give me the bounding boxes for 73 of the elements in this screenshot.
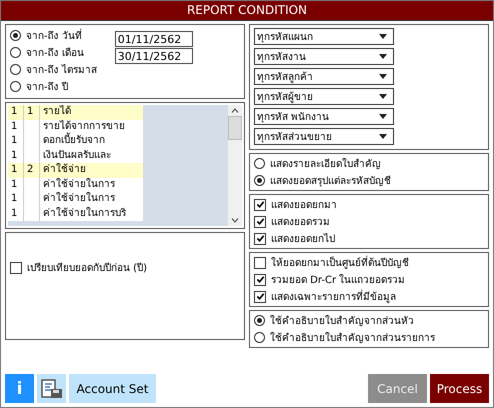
table-cell: ค่าใช้จ่ายในการ	[40, 178, 143, 192]
table-cell: รายได้	[40, 105, 143, 120]
table-cell: 1	[8, 178, 24, 192]
checkbox[interactable]	[254, 198, 266, 210]
checkbox[interactable]	[254, 232, 266, 244]
table-cell: ดอกเบี้ยรับจาก	[40, 134, 143, 148]
scrollbar[interactable]	[228, 105, 242, 226]
checkbox[interactable]	[254, 256, 266, 268]
table-cell	[24, 120, 40, 134]
report-save-button[interactable]	[37, 374, 66, 403]
window-title: REPORT CONDITION	[1, 1, 493, 21]
table-cell: 1	[8, 163, 24, 178]
table-cell: 1	[8, 120, 24, 134]
option-label: จาก-ถึง เดือน	[26, 46, 84, 60]
radio-button[interactable]	[254, 315, 265, 326]
dropdown[interactable]: ทุกรหัสลูกค้า	[254, 68, 394, 85]
checkbox[interactable]	[10, 262, 22, 274]
caret-icon	[379, 134, 387, 139]
caret-icon	[379, 114, 387, 119]
option-label: แสดงเฉพาะรายการที่มีข้อมูล	[271, 289, 396, 304]
caret-icon	[379, 94, 387, 99]
table-cell: 1	[24, 105, 40, 120]
option-label: ให้ยอดยกมาเป็นศูนย์ที่ต้นปีบัญชี	[271, 255, 409, 270]
radio-button[interactable]	[10, 47, 21, 58]
caret-icon	[379, 34, 387, 39]
table-cell: รายได้จากการขาย	[40, 120, 143, 134]
caret-icon	[379, 74, 387, 79]
dropdown[interactable]: ทุกรหัสแผนก	[254, 28, 394, 45]
checkbox[interactable]	[254, 274, 266, 286]
table-cell: ค่าใช้จ่ายในการบริ	[40, 206, 143, 221]
dropdown[interactable]: ทุกรหัสงาน	[254, 48, 394, 65]
document-disk-icon	[40, 378, 62, 398]
option-label: แสดงรายละเอียดใบสำคัญ	[270, 157, 381, 171]
caret-icon	[379, 54, 387, 59]
option-label: แสดงยอดสรุปแต่ละรหัสบัญชี	[270, 174, 391, 188]
checkbox[interactable]	[254, 290, 266, 302]
option-label: ใช้คำอธิบายใบสำคัญจากส่วนหัว	[270, 314, 414, 328]
table-cell: ค่าใช้จ่ายในการ	[40, 192, 143, 206]
process-button[interactable]: Process	[430, 374, 489, 403]
checkbox[interactable]	[254, 216, 266, 228]
radio-button[interactable]	[254, 175, 265, 186]
table-cell: เงินปันผลรับและ	[40, 148, 143, 163]
date-field[interactable]: 30/11/2562	[114, 48, 193, 64]
option-label: แสดงยอดรวม	[271, 216, 330, 229]
option-label: รวมยอด Dr-Cr ในแถวยอดรวม	[271, 273, 406, 287]
table-cell: 2	[24, 163, 40, 178]
table-cell: 1	[8, 148, 24, 163]
option-label: จาก-ถึง วันที่	[26, 28, 82, 43]
table-cell: 1	[8, 105, 24, 120]
date-field[interactable]: 01/11/2562	[114, 31, 193, 47]
table-cell: 1	[8, 206, 24, 221]
radio-button[interactable]	[10, 30, 21, 41]
table-cell	[24, 206, 40, 221]
option-label: เปรียบเทียบยอดกับปีก่อน (ปี)	[27, 262, 147, 275]
table-cell: 1	[8, 192, 24, 206]
radio-button[interactable]	[254, 158, 265, 169]
dropdown[interactable]: ทุกรหัสผู้ขาย	[254, 88, 394, 105]
account-set-button[interactable]: Account Set	[69, 374, 156, 403]
option-label: ใช้คำอธิบายใบสำคัญจากส่วนรายการ	[270, 331, 435, 345]
radio-button[interactable]	[10, 81, 21, 92]
table-cell	[24, 178, 40, 192]
option-label: แสดงยอดยกมา	[271, 199, 337, 212]
option-label: แสดงยอดยกไป	[271, 232, 335, 246]
table-cell	[24, 148, 40, 163]
radio-button[interactable]	[254, 332, 265, 343]
table-cell: ค่าใช้จ่าย	[40, 163, 143, 178]
scroll-thumb[interactable]	[228, 116, 242, 140]
table-cell: 1	[8, 134, 24, 148]
dropdown[interactable]: ทุกรหัสส่วนขยาย	[254, 128, 394, 145]
option-label: จาก-ถึง ไตรมาส	[26, 63, 97, 77]
option-label: จาก-ถึง ปี	[26, 80, 68, 94]
radio-button[interactable]	[10, 64, 21, 75]
dropdown[interactable]: ทุกรหัส พนักงาน	[254, 108, 394, 125]
